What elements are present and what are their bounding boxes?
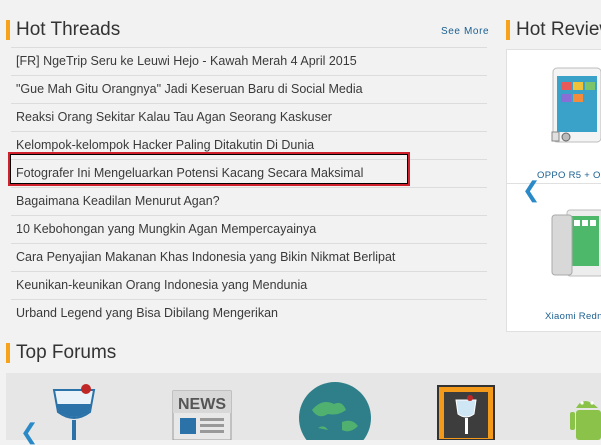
thread-item[interactable]: Reaksi Orang Sekitar Kalau Tau Agan Seor… (11, 103, 487, 131)
thread-item[interactable]: Cara Penyajian Makanan Khas Indonesia ya… (11, 243, 487, 271)
thread-item[interactable]: Keunikan-keunikan Orang Indonesia yang M… (11, 271, 487, 299)
newspaper-icon[interactable]: NEWS (172, 390, 234, 441)
top-forums-title: Top Forums (16, 342, 117, 363)
thread-item[interactable]: Bagaimana Keadilan Menurut Agan? (11, 187, 487, 215)
product-accessory (551, 129, 573, 143)
accent-bar (6, 20, 10, 40)
thread-item[interactable]: "Gue Mah Gitu Orangnya" Jadi Keseruan Ba… (11, 75, 487, 103)
thread-item[interactable]: [FR] NgeTrip Seru ke Leuwi Hejo - Kawah … (11, 47, 487, 75)
hot-review-title: Hot Review (516, 19, 601, 40)
accent-bar (6, 343, 10, 363)
photo-frame-icon[interactable] (436, 384, 496, 441)
thread-item[interactable]: Urband Legend yang Bisa Dibilang Mengeri… (11, 299, 487, 327)
news-icon-label: NEWS (178, 396, 226, 413)
android-icon[interactable] (568, 388, 601, 440)
hot-threads-title: Hot Threads (16, 19, 121, 40)
accent-bar (506, 20, 510, 40)
hot-threads-header: Hot Threads (6, 19, 120, 41)
chevron-left-icon[interactable]: ❮ (522, 177, 540, 203)
see-more-link[interactable]: See More (441, 26, 489, 37)
review-caption[interactable]: OPPO R5 + O- (537, 170, 601, 181)
hot-threads-list: [FR] NgeTrip Seru ke Leuwi Hejo - Kawah … (11, 47, 487, 327)
thread-item[interactable]: 10 Kebohongan yang Mungkin Agan Memperca… (11, 215, 487, 243)
top-forums-header: Top Forums (6, 342, 116, 364)
review-caption[interactable]: Xiaomi Redn (545, 311, 601, 322)
chevron-left-icon[interactable]: ❮ (20, 419, 38, 445)
wine-glass-icon[interactable] (50, 382, 100, 440)
product-image-xiaomi-back (551, 214, 573, 276)
highlight-inner-border (10, 154, 408, 184)
hot-review-header: Hot Review (506, 19, 601, 41)
globe-icon[interactable] (298, 380, 372, 445)
hot-review-panel: OPPO R5 + O- Xiaomi Redn (506, 49, 601, 332)
